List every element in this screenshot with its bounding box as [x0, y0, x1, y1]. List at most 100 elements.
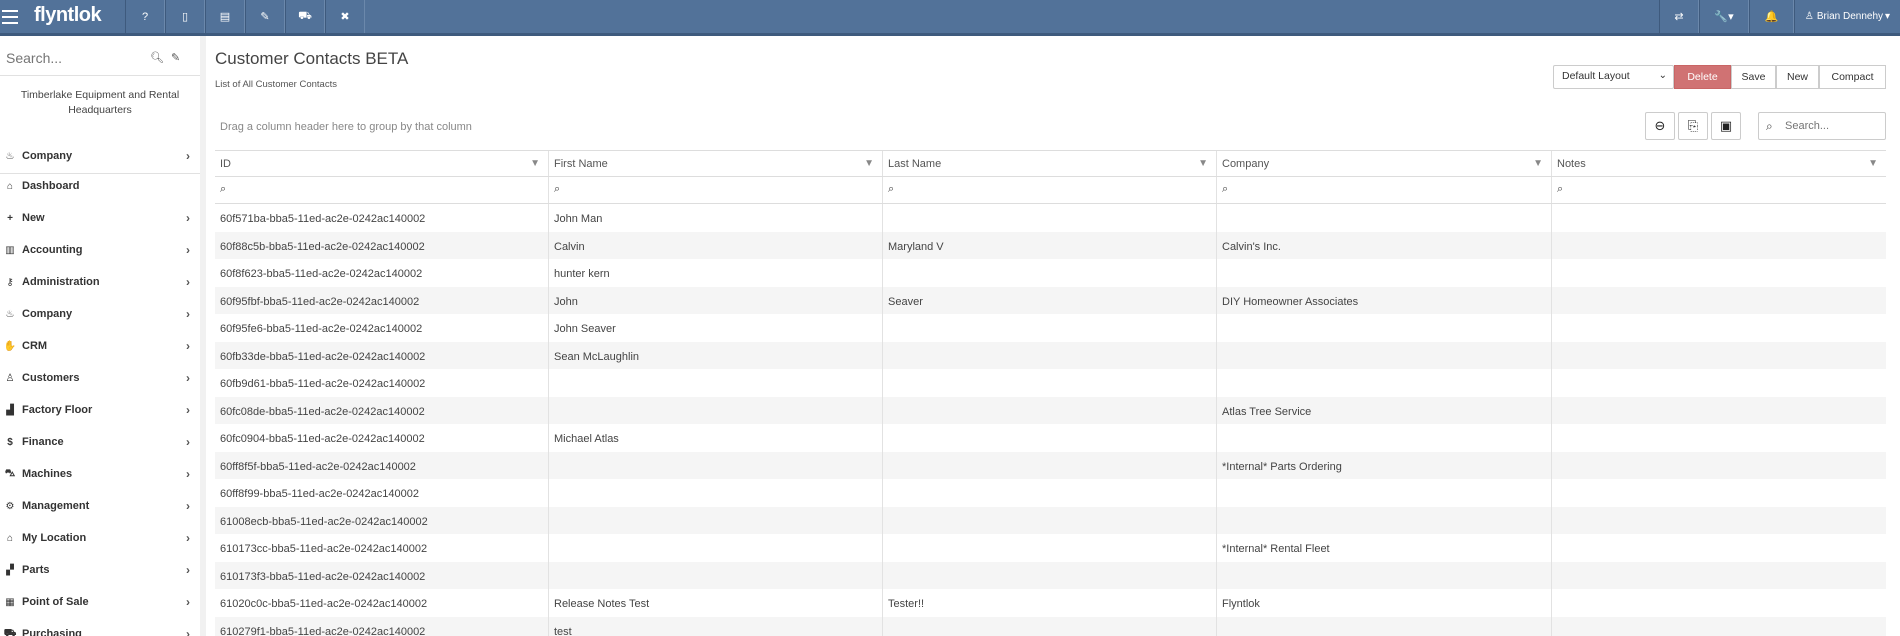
table-cell-last-name — [883, 506, 1217, 534]
column-filter-input[interactable]: ⌕ — [883, 177, 1217, 203]
column-chooser-icon[interactable]: ▣ — [1711, 112, 1741, 140]
table-row[interactable]: 60f8f623-bba5-11ed-ac2e-0242ac140002 hunt… — [215, 259, 1886, 287]
save-button[interactable]: Save — [1731, 65, 1776, 89]
column-header-label: Company — [1222, 158, 1270, 170]
sidebar-item-label: Administration — [22, 276, 100, 288]
sidebar-item-label: Management — [22, 500, 90, 512]
mobile-icon[interactable]: ▯ — [165, 0, 205, 33]
table-row[interactable]: 60fc08de-bba5-11ed-ac2e-0242ac140002 Atla… — [215, 396, 1886, 425]
table-row[interactable]: 60ff8f99-bba5-11ed-ac2e-0242ac140002 — [215, 479, 1886, 507]
table-cell-id: 60f88c5b-bba5-11ed-ac2e-0242ac140002 — [215, 231, 549, 259]
filter-icon[interactable]: ▼ — [864, 158, 874, 169]
sidebar-item-factory-floor[interactable]: ▟ Factory Floor › — [0, 399, 200, 421]
sidebar-item-label: Point of Sale — [22, 596, 89, 608]
column-header-first-name[interactable]: First Name ▼ — [549, 151, 883, 176]
table-row[interactable]: 61020c0c-bba5-11ed-ac2e-0242ac140002 Rele… — [215, 589, 1886, 617]
edit-document-icon[interactable]: ✎ — [245, 0, 285, 33]
sidebar-item-parts[interactable]: ▞ Parts › — [0, 559, 200, 581]
filter-icon[interactable]: ▼ — [1198, 158, 1208, 169]
table-cell-id: 60ff8f5f-bba5-11ed-ac2e-0242ac140002 — [215, 451, 549, 479]
sidebar-item-customers[interactable]: ♙ Customers › — [0, 367, 200, 389]
table-cell-id: 60fb33de-bba5-11ed-ac2e-0242ac140002 — [215, 341, 549, 369]
hamburger-menu-icon[interactable] — [0, 6, 20, 28]
table-cell-last-name — [883, 369, 1217, 397]
table-cell-last-name — [883, 259, 1217, 287]
table-cell-last-name — [883, 616, 1217, 636]
wrench-menu-icon[interactable]: 🔧▾ — [1699, 0, 1749, 33]
sidebar-scrollbar[interactable] — [200, 36, 206, 636]
table-cell-first-name: hunter kern — [549, 259, 883, 287]
table-row[interactable]: 60f88c5b-bba5-11ed-ac2e-0242ac140002 Calv… — [215, 231, 1886, 259]
table-row[interactable]: 60f571ba-bba5-11ed-ac2e-0242ac140002 John… — [215, 204, 1886, 232]
document-icon[interactable]: ▤ — [205, 0, 245, 33]
table-cell-notes — [1552, 397, 1886, 425]
sidebar-item-new[interactable]: + New › — [0, 207, 200, 229]
table-row[interactable]: 60f95fbf-bba5-11ed-ac2e-0242ac140002 John… — [215, 286, 1886, 314]
tools-icon[interactable]: ✖ — [325, 0, 365, 33]
column-header-company[interactable]: Company ▼ — [1217, 151, 1552, 176]
sidebar-item-accounting[interactable]: ▥ Accounting › — [0, 239, 200, 261]
delete-button[interactable]: Delete — [1674, 65, 1731, 89]
table-row[interactable]: 61008ecb-bba5-11ed-ac2e-0242ac140002 — [215, 506, 1886, 534]
page-subtitle: List of All Customer Contacts — [215, 79, 337, 90]
sidebar-search-input[interactable] — [6, 50, 136, 66]
table-cell-company: Atlas Tree Service — [1217, 396, 1552, 424]
table-row[interactable]: 60f95fe6-bba5-11ed-ac2e-0242ac140002 John… — [215, 314, 1886, 342]
sidebar-item-crm[interactable]: ✋ CRM › — [0, 335, 200, 357]
column-header-last-name[interactable]: Last Name ▼ — [883, 151, 1217, 176]
bell-icon[interactable]: 🔔 — [1749, 0, 1794, 33]
user-menu[interactable]: ♙ Brian Dennehy ▾ — [1794, 0, 1900, 33]
sidebar-item-company-selector[interactable]: ♨ Company › — [0, 145, 200, 167]
column-filter-input[interactable]: ⌕ — [1217, 177, 1552, 203]
column-header-id[interactable]: ID ▼ — [215, 151, 549, 176]
column-filter-input[interactable]: ⌕ — [549, 177, 883, 203]
table-cell-notes — [1552, 342, 1886, 370]
grid-search-input[interactable] — [1785, 120, 1881, 132]
table-cell-notes — [1552, 617, 1886, 636]
sidebar-item-point-of-sale[interactable]: ▦ Point of Sale › — [0, 591, 200, 613]
table-cell-company: Calvin's Inc. — [1217, 231, 1552, 259]
filter-icon[interactable]: ▼ — [530, 158, 540, 169]
home-icon: ⌂ — [6, 532, 14, 544]
table-row[interactable]: 60ff8f5f-bba5-11ed-ac2e-0242ac140002 *Int… — [215, 451, 1886, 479]
sidebar-item-company[interactable]: ♨ Company › — [0, 303, 200, 325]
new-button[interactable]: New — [1776, 65, 1819, 89]
key-icon: ⚷ — [6, 276, 14, 288]
sidebar-item-administration[interactable]: ⚷ Administration › — [0, 271, 200, 293]
export-icon[interactable]: ⎘ — [1678, 112, 1708, 140]
sidebar-item-my-location[interactable]: ⌂ My Location › — [0, 527, 200, 549]
filter-icon[interactable]: ▼ — [1533, 158, 1543, 169]
swap-icon[interactable]: ⇄ — [1659, 0, 1699, 33]
column-filter-input[interactable]: ⌕ — [215, 177, 549, 203]
table-row[interactable]: 60fc0904-bba5-11ed-ac2e-0242ac140002 Mich… — [215, 424, 1886, 452]
zoom-out-icon[interactable]: ⊖ — [1645, 112, 1675, 140]
table-row[interactable]: 610279f1-bba5-11ed-ac2e-0242ac140002 test — [215, 616, 1886, 636]
layout-select[interactable]: Default Layout ⌄ — [1553, 65, 1674, 89]
column-filter-input[interactable]: ⌕ — [1552, 177, 1886, 203]
table-row[interactable]: 60fb9d61-bba5-11ed-ac2e-0242ac140002 — [215, 369, 1886, 397]
sidebar-item-purchasing[interactable]: ⛟ Purchasing › — [0, 623, 200, 636]
app-logo[interactable]: flyntlok — [34, 4, 102, 27]
column-header-notes[interactable]: Notes ▼ — [1552, 151, 1886, 176]
fire-icon: ♨ — [5, 308, 15, 320]
group-panel-hint[interactable]: Drag a column header here to group by th… — [220, 121, 472, 133]
filter-icon[interactable]: ▼ — [1868, 158, 1878, 169]
table-cell-first-name — [549, 534, 883, 562]
magic-wand-icon[interactable]: ✎ — [171, 51, 180, 64]
search-icon[interactable]: 🔍︎ — [150, 51, 164, 64]
chevron-down-icon: ⌄ — [1658, 70, 1667, 81]
table-cell-id: 60f95fbf-bba5-11ed-ac2e-0242ac140002 — [215, 286, 549, 314]
sidebar-item-finance[interactable]: $ Finance › — [0, 431, 200, 453]
sidebar-item-dashboard[interactable]: ⌂ Dashboard — [0, 175, 200, 197]
table-row[interactable]: 610173cc-bba5-11ed-ac2e-0242ac140002 *Int… — [215, 534, 1886, 562]
sidebar-item-management[interactable]: ⚙ Management › — [0, 495, 200, 517]
cart-icon[interactable]: ⛟ — [285, 0, 325, 33]
table-cell-first-name: Michael Atlas — [549, 424, 883, 452]
help-icon[interactable]: ? — [125, 0, 165, 33]
table-row[interactable]: 610173f3-bba5-11ed-ac2e-0242ac140002 — [215, 561, 1886, 589]
table-row[interactable]: 60fb33de-bba5-11ed-ac2e-0242ac140002 Sean… — [215, 341, 1886, 370]
compact-button[interactable]: Compact — [1819, 65, 1886, 89]
sidebar-item-machines[interactable]: ⛍ Machines › — [0, 463, 200, 485]
page-title: Customer Contacts BETA — [215, 49, 409, 68]
table-cell-id: 60ff8f99-bba5-11ed-ac2e-0242ac140002 — [215, 479, 549, 507]
